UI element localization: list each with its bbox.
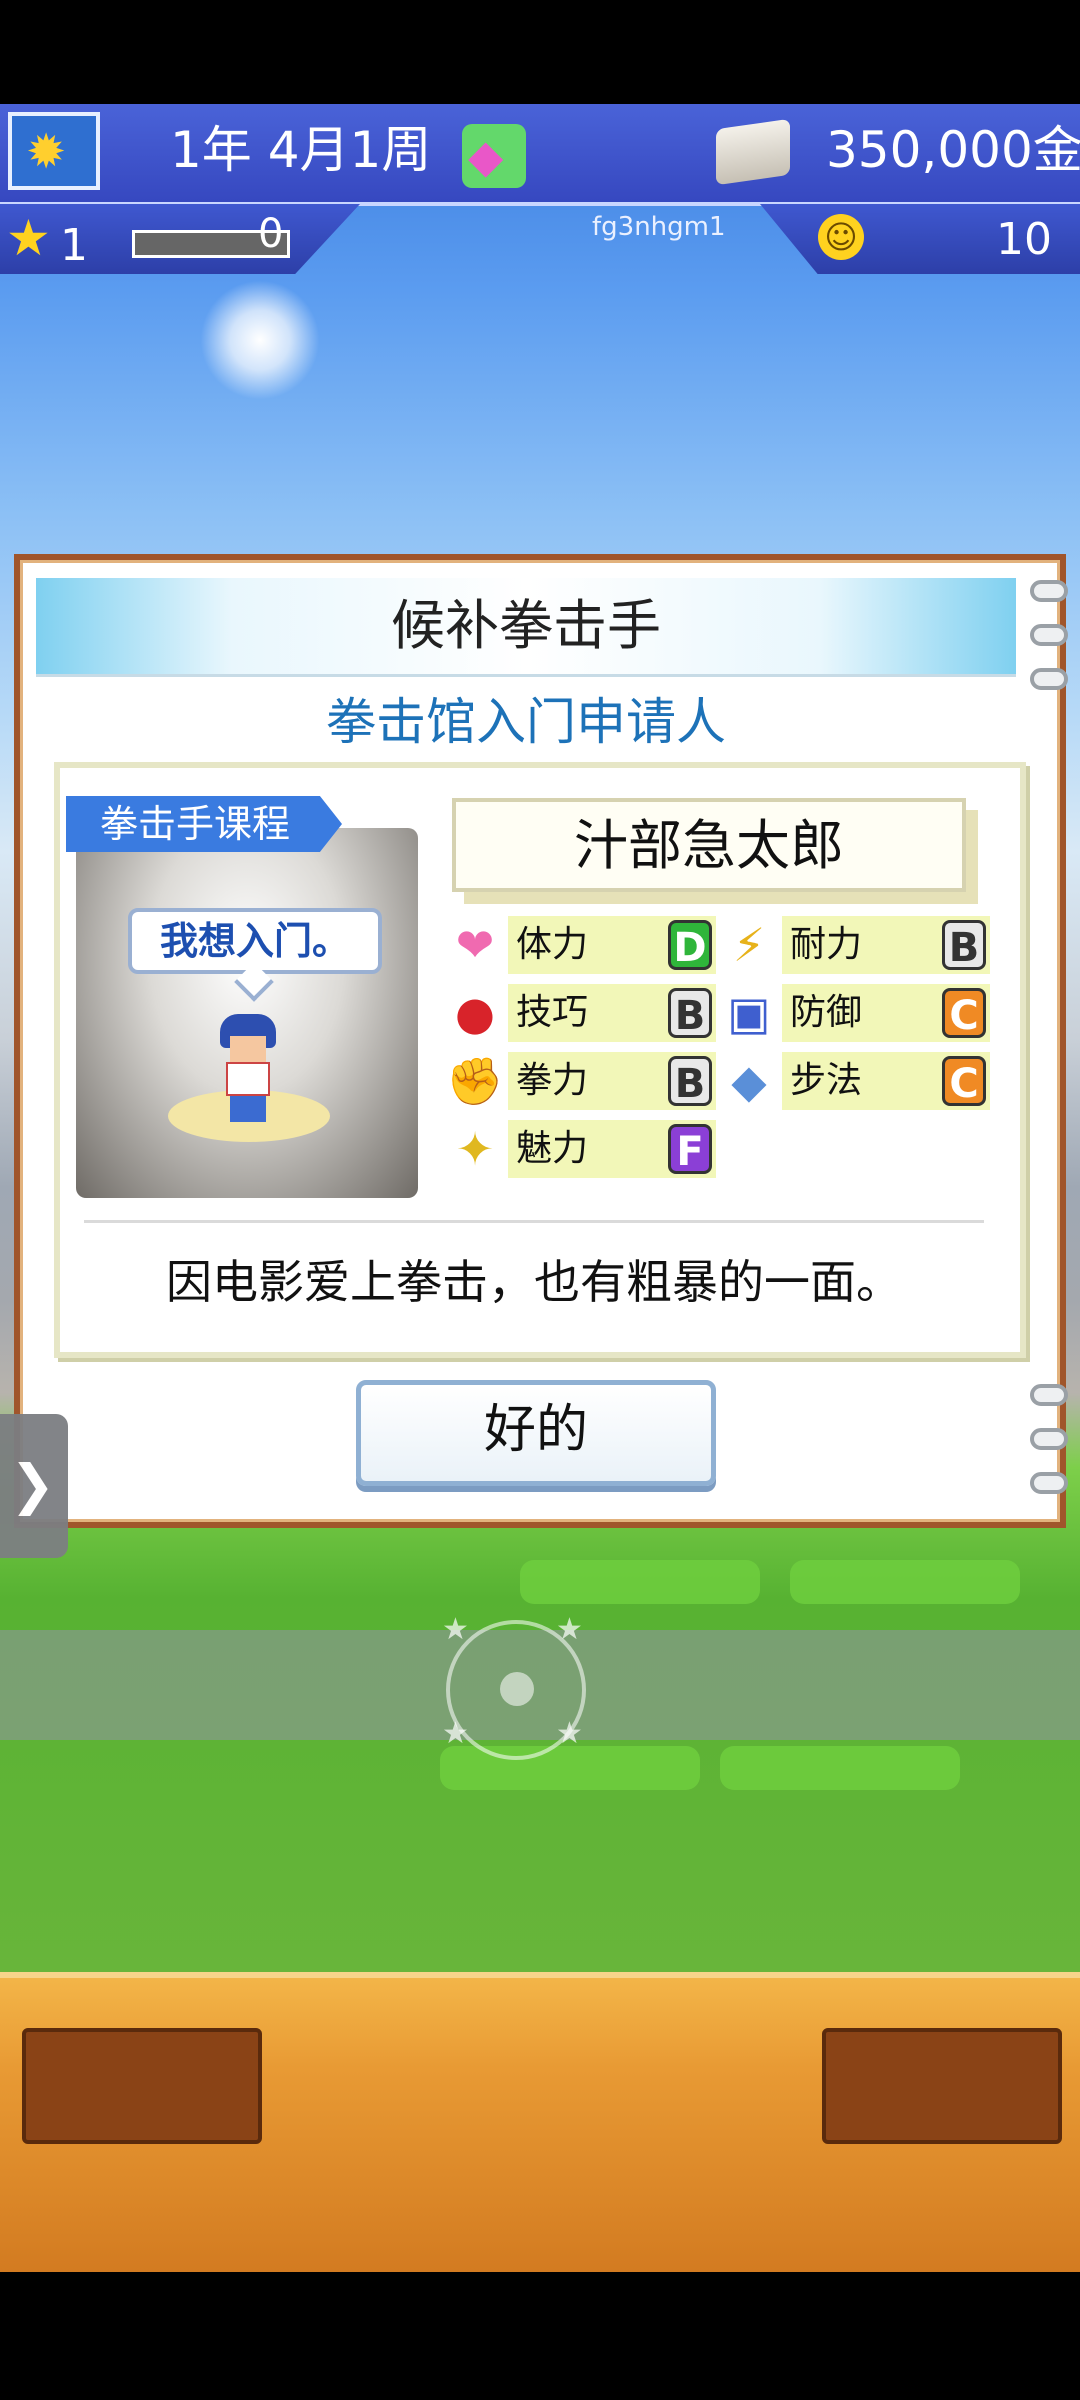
stat-grade: D xyxy=(668,920,712,971)
dialog-title: 候补拳击手 xyxy=(391,594,661,657)
bottom-right-button[interactable] xyxy=(822,2028,1062,2144)
binder-ring xyxy=(1030,624,1068,646)
guard-icon: ▣ xyxy=(727,986,771,1040)
boxer-description: 因电影爱上拳击，也有粗暴的一面。 xyxy=(166,1255,902,1309)
stat-label: 技巧 xyxy=(516,992,589,1033)
star-icon: ★ xyxy=(6,209,51,267)
smile-icon: ☺ xyxy=(818,214,864,260)
stat-label: 防御 xyxy=(790,992,863,1033)
boxer-sprite xyxy=(216,1014,280,1124)
star-icon: ★ xyxy=(442,1612,469,1647)
money-icon xyxy=(716,118,790,186)
season-icon[interactable]: ◆ xyxy=(462,124,526,188)
star-icon: ★ xyxy=(442,1716,469,1751)
stat-grade: B xyxy=(668,988,712,1039)
money-display: 350,000金 xyxy=(826,121,1080,179)
happiness-display: 10 xyxy=(996,214,1052,265)
heart-icon: ❤ xyxy=(455,918,495,972)
star-icon: ★ xyxy=(556,1716,583,1751)
stat-label: 体力 xyxy=(516,924,589,965)
sun xyxy=(200,280,320,400)
ok-button-label[interactable]: 好的 xyxy=(356,1386,716,1474)
hedge xyxy=(440,1746,700,1790)
divider xyxy=(84,1220,984,1223)
sparkle-icon: ✦ xyxy=(455,1122,495,1176)
user-id: fg3nhgm1 xyxy=(592,212,726,242)
hedge xyxy=(790,1560,1020,1604)
hedge xyxy=(520,1560,760,1604)
course-tag-label: 拳击手课程 xyxy=(100,802,291,846)
stat-label: 魅力 xyxy=(516,1128,589,1169)
navigation-bar xyxy=(0,2272,1080,2400)
speech-text: 我想入门。 xyxy=(159,919,350,963)
stat-label: 耐力 xyxy=(790,924,863,965)
shoe-icon: ◆ xyxy=(731,1054,767,1108)
binder-ring xyxy=(1030,1384,1068,1406)
stat-grade: C xyxy=(942,1056,986,1107)
side-menu-button[interactable]: ❯ xyxy=(0,1414,68,1558)
flexed-arm-icon: ✊ xyxy=(446,1054,504,1108)
stat-grade: B xyxy=(942,920,986,971)
date-display: 1年 4月1周 xyxy=(170,121,432,179)
dialog-subtitle: 拳击馆入门申请人 xyxy=(326,693,726,751)
status-bar xyxy=(0,0,1080,104)
chevron-right-icon: ❯ xyxy=(10,1453,56,1516)
boxing-glove-icon: ● xyxy=(454,986,496,1040)
boxer-portrait xyxy=(76,828,418,1198)
xp-value: 0 xyxy=(258,211,284,257)
loading-dot xyxy=(500,1672,534,1706)
lightning-icon: ⚡ xyxy=(732,918,766,972)
stat-grade: C xyxy=(942,988,986,1039)
binder-ring xyxy=(1030,1472,1068,1494)
menu-button[interactable]: ✹ xyxy=(8,112,100,190)
level-display: 1 xyxy=(60,220,88,271)
hedge xyxy=(720,1746,960,1790)
binder-ring xyxy=(1030,580,1068,602)
star-icon: ★ xyxy=(556,1612,583,1647)
stat-grade: F xyxy=(668,1124,712,1175)
boxer-name: 汁部急太郎 xyxy=(574,814,844,877)
stat-grade: B xyxy=(668,1056,712,1107)
bottom-left-button[interactable] xyxy=(22,2028,262,2144)
stat-label: 步法 xyxy=(790,1060,863,1101)
petal-icon: ◆ xyxy=(468,129,504,183)
binder-ring xyxy=(1030,668,1068,690)
binder-ring xyxy=(1030,1428,1068,1450)
stat-label: 拳力 xyxy=(516,1060,589,1101)
gear-icon: ✹ xyxy=(26,124,67,180)
